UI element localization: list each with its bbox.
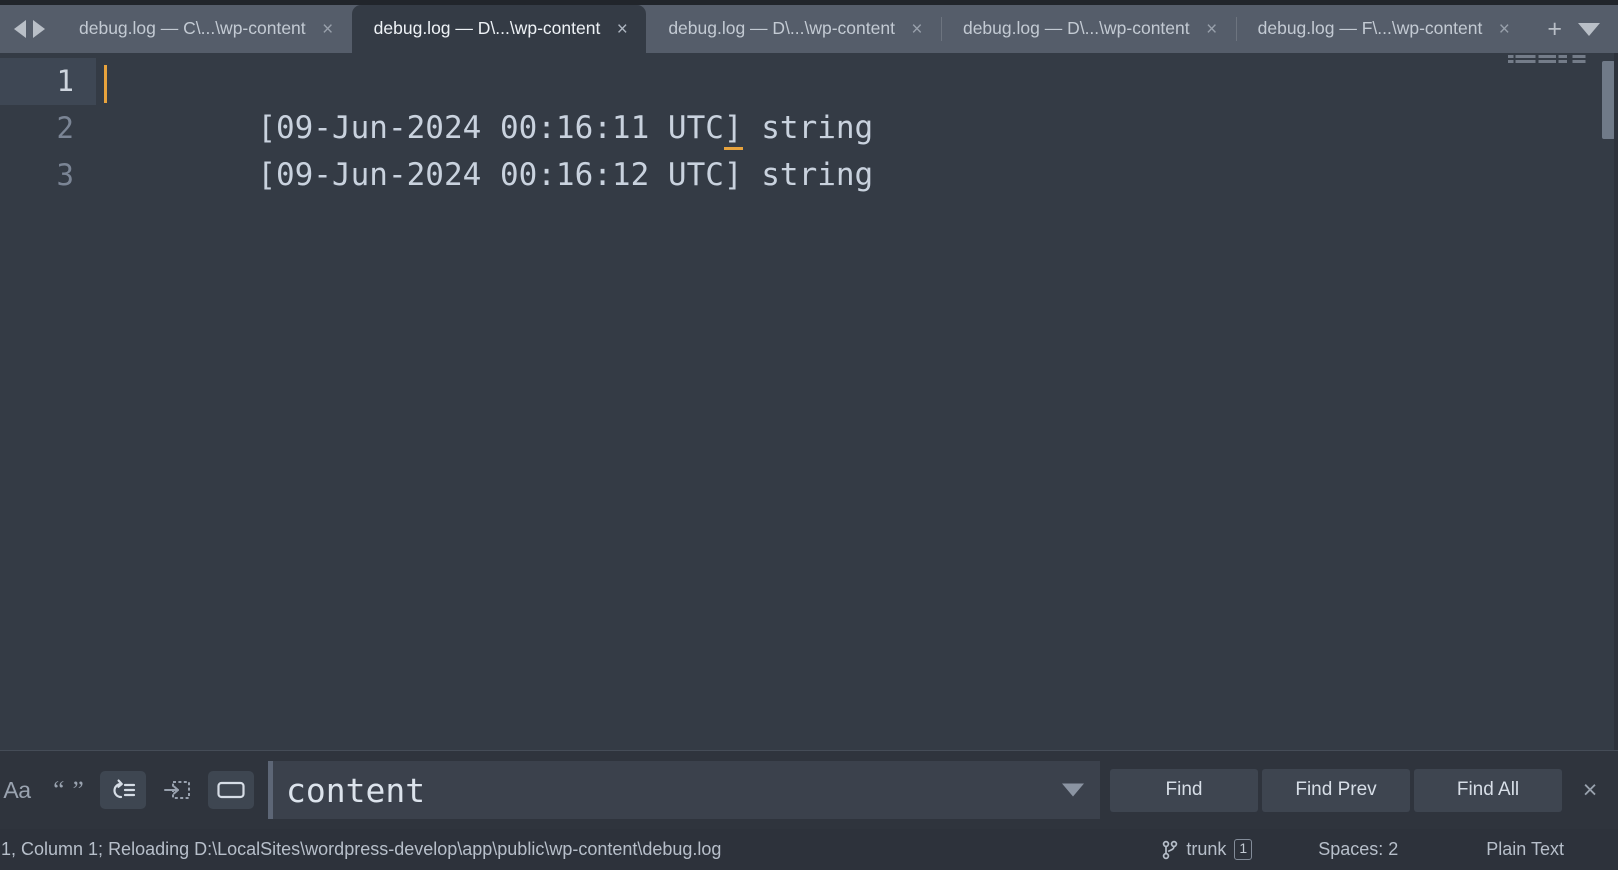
branch-name: trunk xyxy=(1186,839,1227,859)
chevron-down-icon[interactable] xyxy=(1578,22,1600,36)
code-line-1[interactable]: [09-Jun-2024 00:16:11 UTC] string xyxy=(96,58,1618,150)
find-actions: Find Find Prev Find All xyxy=(1110,768,1562,812)
editor-pane[interactable]: 1 2 3 [09-Jun-2024 00:16:11 UTC] string … xyxy=(0,53,1618,750)
highlight-results-icon[interactable] xyxy=(208,771,254,809)
case-sensitive-glyph: Aa xyxy=(3,776,31,803)
new-tab-icon[interactable]: + xyxy=(1547,16,1562,42)
editor-right-edge xyxy=(1614,53,1618,750)
line-number: 3 xyxy=(56,158,74,192)
tab-label: debug.log — F\...\wp-content xyxy=(1257,18,1483,39)
tab-0[interactable]: debug.log — C\...\wp-content × xyxy=(57,5,352,53)
line-number: 2 xyxy=(56,111,74,145)
tab-bar: debug.log — C\...\wp-content × debug.log… xyxy=(0,5,1618,53)
tab-label: debug.log — D\...\wp-content xyxy=(962,18,1190,39)
code-line-2[interactable]: [09-Jun-2024 00:16:12 UTC] string xyxy=(96,105,1618,193)
status-message: e 1, Column 1; Reloading D:\LocalSites\w… xyxy=(0,839,722,859)
code-line-3[interactable] xyxy=(96,152,1618,199)
editor-window: debug.log — C\...\wp-content × debug.log… xyxy=(0,0,1618,870)
tab-strip: debug.log — C\...\wp-content × debug.log… xyxy=(57,5,1537,53)
case-sensitive-icon[interactable]: Aa xyxy=(0,771,38,809)
tab-1[interactable]: debug.log — D\...\wp-content × xyxy=(351,5,647,53)
status-bar-right: trunk 1 Spaces: 2 Plain Text xyxy=(1162,839,1618,860)
tab-navigation-arrows xyxy=(0,5,57,53)
tab-2[interactable]: debug.log — D\...\wp-content × xyxy=(646,5,941,53)
indentation-label: Spaces: 2 xyxy=(1318,839,1399,859)
indentation-status[interactable]: Spaces: 2 xyxy=(1318,839,1398,860)
nav-back-icon[interactable] xyxy=(14,20,26,38)
find-prev-button[interactable]: Find Prev xyxy=(1262,768,1410,812)
syntax-label: Plain Text xyxy=(1486,839,1564,859)
tab-bar-actions: + xyxy=(1537,5,1618,53)
branch-icon xyxy=(1163,840,1178,859)
tab-close-icon[interactable]: × xyxy=(320,20,336,39)
tab-4[interactable]: debug.log — F\...\wp-content × xyxy=(1235,5,1529,53)
whole-word-icon[interactable]: “ ” xyxy=(46,771,92,809)
line-number: 1 xyxy=(0,58,96,105)
find-input-value: content xyxy=(286,770,426,810)
tab-close-icon[interactable]: × xyxy=(909,20,925,39)
tab-label: debug.log — D\...\wp-content xyxy=(373,18,601,39)
status-bar: e 1, Column 1; Reloading D:\LocalSites\w… xyxy=(0,829,1618,870)
tab-3[interactable]: debug.log — D\...\wp-content × xyxy=(940,5,1236,53)
tab-label: debug.log — C\...\wp-content xyxy=(79,18,306,39)
tab-close-icon[interactable]: × xyxy=(614,20,630,39)
text-cursor xyxy=(104,65,107,103)
in-selection-icon[interactable] xyxy=(154,771,200,809)
code-content[interactable]: [09-Jun-2024 00:16:11 UTC] string [09-Ju… xyxy=(96,53,1618,750)
branch-change-count: 1 xyxy=(1234,839,1253,860)
git-branch-status[interactable]: trunk 1 xyxy=(1162,839,1253,860)
find-input[interactable]: content xyxy=(268,761,1100,819)
find-option-toggles: Aa “ ” xyxy=(0,771,254,809)
find-all-button[interactable]: Find All xyxy=(1414,768,1562,812)
tab-close-icon[interactable]: × xyxy=(1496,20,1512,39)
line-number-gutter: 1 2 3 xyxy=(0,53,96,750)
find-history-dropdown-icon[interactable] xyxy=(1062,783,1084,797)
find-button[interactable]: Find xyxy=(1110,768,1258,812)
syntax-status[interactable]: Plain Text xyxy=(1486,839,1564,860)
find-bar: Aa “ ” content Find Find Prev Find All × xyxy=(0,750,1618,829)
tab-close-icon[interactable]: × xyxy=(1204,20,1220,39)
nav-forward-icon[interactable] xyxy=(33,20,45,38)
wrap-search-icon[interactable] xyxy=(100,771,146,809)
close-find-bar-icon[interactable]: × xyxy=(1562,776,1618,805)
find-input-accent xyxy=(268,761,273,819)
whole-word-glyph: “ ” xyxy=(53,776,85,804)
tab-label: debug.log — D\...\wp-content xyxy=(668,18,895,39)
